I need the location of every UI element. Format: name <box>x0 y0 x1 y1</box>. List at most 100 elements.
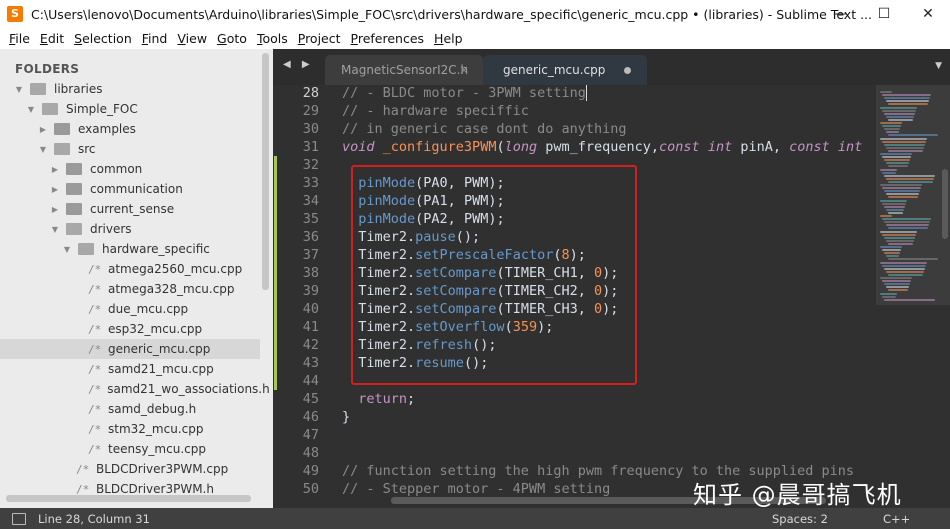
file-item[interactable]: /* BLDCDriver3PWM.h <box>0 479 260 499</box>
maximize-button[interactable]: ☐ <box>862 0 906 28</box>
line-number: 31 <box>302 139 319 155</box>
menu-goto[interactable]: Goto <box>212 31 252 46</box>
folder-icon <box>66 183 82 195</box>
menu-file[interactable]: File <box>4 31 35 46</box>
minimap[interactable] <box>876 85 950 508</box>
minimize-button[interactable]: — <box>818 0 862 28</box>
code-line[interactable]: // - Stepper motor - 4PWM setting <box>342 480 610 498</box>
line-number: 42 <box>302 337 319 353</box>
tree-item-label: esp32_mcu.cpp <box>108 322 203 336</box>
collapsed-arrow-icon[interactable]: ▶ <box>38 125 48 134</box>
folder-item[interactable]: ▶ current_sense <box>0 199 260 219</box>
close-tab-icon[interactable]: × <box>459 63 469 77</box>
folder-open-icon <box>54 143 70 155</box>
minimap-line <box>884 128 900 131</box>
code-editor[interactable]: 28 29 30 31 32 33 34 35 36 37 38 39 40 41 42 43 44 45 46 47… <box>273 85 950 508</box>
tree-item-label: due_mcu.cpp <box>108 302 189 316</box>
line-number: 38 <box>302 265 319 281</box>
file-item[interactable]: /* generic_mcu.cpp <box>0 339 260 359</box>
minimap-line <box>880 199 907 202</box>
expanded-arrow-icon[interactable]: ▼ <box>38 145 48 154</box>
collapsed-arrow-icon[interactable]: ▶ <box>50 205 60 214</box>
file-item[interactable]: /* stm32_mcu.cpp <box>0 419 260 439</box>
minimap-line <box>888 211 903 214</box>
file-item[interactable]: /* samd_debug.h <box>0 399 260 419</box>
panel-toggle-icon[interactable] <box>12 512 26 525</box>
minimap-line <box>884 174 935 177</box>
line-number: 43 <box>302 355 319 371</box>
file-item[interactable]: /* atmega328_mcu.cpp <box>0 279 260 299</box>
code-line[interactable]: } <box>342 408 350 426</box>
file-item[interactable]: /* BLDCDriver3PWM.cpp <box>0 459 260 479</box>
code-token: pwm_frequency, <box>537 139 660 155</box>
file-item[interactable]: /* samd21_mcu.cpp <box>0 359 260 379</box>
code-line[interactable]: return; <box>342 390 415 408</box>
folder-item[interactable]: ▶ examples <box>0 119 260 139</box>
code-line[interactable]: // - BLDC motor - 3PWM setting <box>342 85 587 102</box>
menu-find[interactable]: Find <box>137 31 173 46</box>
sidebar-vertical-scrollbar[interactable] <box>262 53 269 290</box>
folder-item[interactable]: ▼ drivers <box>0 219 260 239</box>
expanded-arrow-icon[interactable]: ▼ <box>50 225 60 234</box>
minimap-line <box>882 109 916 112</box>
file-item[interactable]: /* esp32_mcu.cpp <box>0 319 260 339</box>
collapsed-arrow-icon[interactable]: ▶ <box>50 165 60 174</box>
tree-item-label: libraries <box>54 82 103 96</box>
minimap-line <box>886 255 899 258</box>
tree-item-label: BLDCDriver3PWM.h <box>96 482 214 496</box>
close-button[interactable]: ✕ <box>906 0 950 28</box>
tree-item-label: communication <box>90 182 183 196</box>
minimap-line <box>884 205 905 208</box>
line-number: 44 <box>302 373 319 389</box>
tab-magneticsensori2c[interactable]: MagneticSensorI2C.h × <box>325 55 483 85</box>
file-item[interactable]: /* atmega2560_mcu.cpp <box>0 259 260 279</box>
file-item[interactable]: /* teensy_mcu.cpp <box>0 439 260 459</box>
minimap-line <box>886 193 919 196</box>
folder-item[interactable]: ▶ communication <box>0 179 260 199</box>
indentation-setting[interactable]: Spaces: 2 <box>772 512 828 526</box>
tab-dropdown-icon[interactable]: ▼ <box>935 61 942 71</box>
folder-item[interactable]: ▼ src <box>0 139 260 159</box>
minimap-line <box>882 156 911 159</box>
file-icon: /* <box>88 302 102 316</box>
file-item[interactable]: /* samd21_wo_associations.h <box>0 379 270 399</box>
syntax-selector[interactable]: C++ <box>883 512 910 526</box>
minimap-line <box>888 273 923 276</box>
unsaved-dot-icon[interactable] <box>624 67 631 74</box>
menu-selection[interactable]: Selection <box>69 31 137 46</box>
folder-item[interactable]: ▼ Simple_FOC <box>0 99 260 119</box>
folder-item[interactable]: ▼ libraries <box>0 79 260 99</box>
expanded-arrow-icon[interactable]: ▼ <box>26 105 36 114</box>
tree-item-label: hardware_specific <box>102 242 210 256</box>
minimap-line <box>882 94 931 97</box>
tab-nav-arrows-icon[interactable]: ◀ ▶ <box>283 59 314 70</box>
line-number: 45 <box>302 391 319 407</box>
expanded-arrow-icon[interactable]: ▼ <box>62 245 72 254</box>
line-number: 39 <box>302 283 319 299</box>
menu-preferences[interactable]: Preferences <box>346 31 430 46</box>
code-line[interactable]: // - hardware speciffic <box>342 102 529 120</box>
menu-help[interactable]: Help <box>429 31 468 46</box>
expanded-arrow-icon[interactable]: ▼ <box>14 85 24 94</box>
tab-generic-mcu[interactable]: generic_mcu.cpp <box>483 55 647 85</box>
minimap-line <box>888 118 913 121</box>
code-line[interactable]: void _configure3PWM(long pwm_frequency,c… <box>342 138 862 156</box>
editor-vertical-scrollbar[interactable] <box>942 169 948 239</box>
menu-edit[interactable]: Edit <box>35 31 69 46</box>
folder-item[interactable]: ▶ common <box>0 159 260 179</box>
menu-project[interactable]: Project <box>293 31 346 46</box>
menu-tools[interactable]: Tools <box>252 31 293 46</box>
minimap-line <box>880 230 917 233</box>
file-item[interactable]: /* due_mcu.cpp <box>0 299 260 319</box>
menu-view[interactable]: View <box>172 31 212 46</box>
minimap-line <box>882 171 896 174</box>
line-number: 33 <box>302 175 319 191</box>
minimap-line <box>888 149 923 152</box>
minimap-line <box>882 280 911 283</box>
tree-item-label: atmega2560_mcu.cpp <box>108 262 243 276</box>
code-line[interactable]: // in generic case dont do anything <box>342 120 626 138</box>
collapsed-arrow-icon[interactable]: ▶ <box>50 185 60 194</box>
folder-item[interactable]: ▼ hardware_specific <box>0 239 260 259</box>
file-icon: /* <box>76 482 90 496</box>
